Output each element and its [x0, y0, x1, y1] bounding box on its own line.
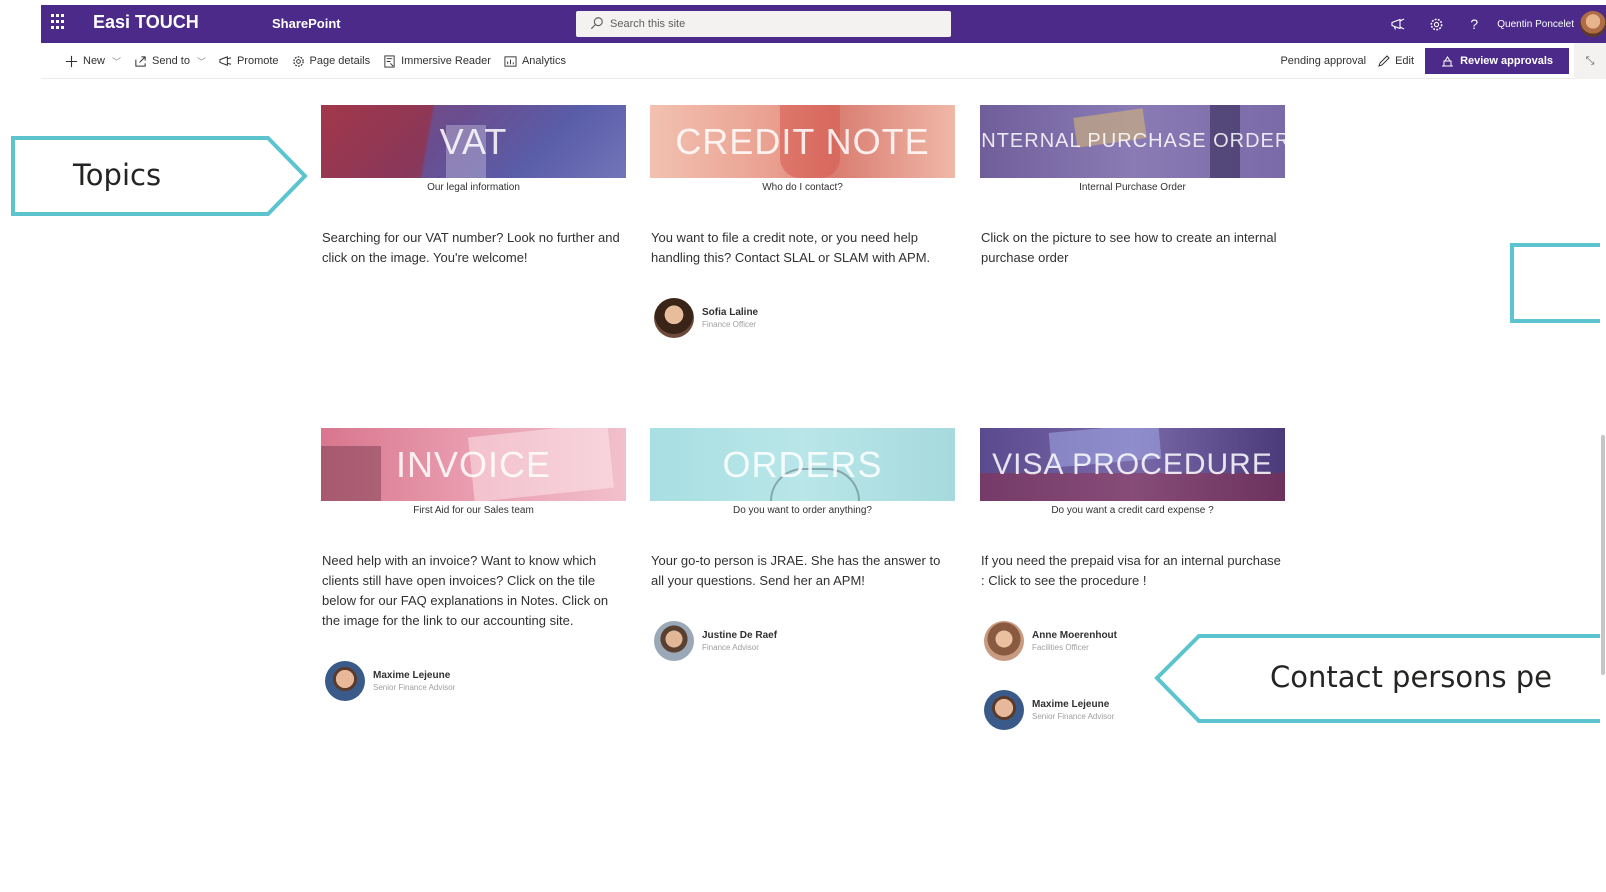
collapse-icon[interactable]: ⤡ [1574, 43, 1606, 79]
tile-description: Click on the picture to see how to creat… [981, 230, 1277, 265]
contact-avatar [654, 298, 694, 338]
tile-caption: Internal Purchase Order [1079, 182, 1186, 193]
search-icon [590, 17, 603, 30]
edit-label: Edit [1395, 55, 1415, 67]
tile-title: INTERNAL PURCHASE ORDER [980, 130, 1285, 152]
tile-description: If you need the prepaid visa for an inte… [981, 553, 1281, 588]
user-name[interactable]: Quentin Poncelet [1497, 19, 1574, 30]
tile-description: Searching for our VAT number? Look no fu… [322, 230, 620, 265]
new-label: New [83, 55, 106, 67]
tile-description: Need help with an invoice? Want to know … [322, 553, 609, 628]
contact-card[interactable]: Anne Moerenhout Facilities Officer [980, 621, 1285, 661]
contact-name: Anne Moerenhout [1032, 630, 1117, 641]
tile-caption: Do you want to order anything? [733, 505, 872, 516]
page-details-button[interactable]: Page details [292, 55, 371, 68]
send-to-label: Send to [152, 55, 190, 67]
tile-image-orders[interactable]: ORDERS [650, 428, 955, 501]
chevron-down-icon: ﹀ [196, 56, 206, 67]
contact-card[interactable]: Sofia Laline Finance Officer [650, 298, 955, 338]
tile-title: CREDIT NOTE [675, 120, 930, 162]
tile-image-vat[interactable]: VAT [321, 105, 626, 178]
pending-approval-status: Pending approval [1280, 55, 1367, 67]
tile-caption: Who do I contact? [762, 182, 843, 193]
edit-button[interactable]: Edit [1378, 55, 1414, 67]
partial-callout-shape [1510, 243, 1606, 323]
help-icon[interactable]: ? [1455, 5, 1493, 43]
promote-button[interactable]: Promote [219, 55, 279, 68]
suite-bar: Easi TOUCH SharePoint ? Quentin Poncelet [41, 5, 1606, 43]
contact-avatar [984, 690, 1024, 730]
scrollbar-thumb[interactable] [1601, 435, 1605, 675]
gear-icon[interactable] [1417, 5, 1455, 43]
contact-role: Facilities Officer [1032, 643, 1089, 652]
topic-tile-internal-purchase-order: INTERNAL PURCHASE ORDER Internal Purchas… [980, 105, 1285, 268]
app-name[interactable]: SharePoint [272, 16, 341, 31]
new-button[interactable]: New ﹀ [65, 55, 121, 68]
tile-title: VISA PROCEDURE [992, 447, 1273, 481]
contact-card[interactable]: Maxime Lejeune Senior Finance Advisor [980, 690, 1285, 730]
share-icon [135, 55, 146, 67]
chevron-down-icon: ﹀ [112, 56, 122, 67]
topics-callout-shape [11, 136, 308, 216]
tile-title: INVOICE [395, 443, 552, 485]
megaphone-icon[interactable] [1379, 5, 1417, 43]
immersive-reader-label: Immersive Reader [401, 55, 491, 67]
review-approvals-label: Review approvals [1460, 55, 1553, 67]
command-bar: New ﹀ Send to ﹀ Promote Page details Imm… [41, 43, 1606, 79]
topic-tile-invoice: INVOICE First Aid for our Sales team Nee… [321, 428, 626, 701]
analytics-button[interactable]: Analytics [504, 55, 566, 68]
reader-icon [384, 54, 395, 68]
contact-name: Maxime Lejeune [1032, 699, 1110, 710]
tile-caption: First Aid for our Sales team [413, 505, 534, 516]
tile-image-invoice[interactable]: INVOICE [321, 428, 626, 501]
tile-caption: Do you want a credit card expense ? [1051, 505, 1214, 516]
page-details-label: Page details [309, 55, 371, 67]
topic-tile-visa-procedure: VISA PROCEDURE Do you want a credit card… [980, 428, 1285, 730]
tile-caption: Our legal information [427, 182, 520, 193]
contact-name: Sofia Laline [702, 307, 759, 318]
tile-title: VAT [439, 120, 508, 162]
immersive-reader-button[interactable]: Immersive Reader [383, 54, 491, 68]
plus-icon [65, 55, 78, 67]
contact-name: Justine De Raef [702, 630, 778, 641]
megaphone-icon [219, 55, 232, 66]
tile-image-internal-purchase-order[interactable]: INTERNAL PURCHASE ORDER [980, 105, 1285, 178]
approval-icon [1442, 56, 1454, 67]
send-to-button[interactable]: Send to ﹀ [134, 55, 206, 68]
pencil-icon [1378, 55, 1390, 67]
contact-name: Maxime Lejeune [373, 670, 451, 681]
suite-right-actions: ? Quentin Poncelet [1379, 5, 1606, 43]
gear-icon [292, 55, 304, 67]
contact-role: Finance Advisor [702, 643, 759, 652]
app-launcher-icon[interactable] [51, 14, 67, 30]
promote-label: Promote [236, 55, 279, 67]
tile-image-credit-note[interactable]: CREDIT NOTE [650, 105, 955, 178]
scrollbar[interactable] [1600, 80, 1606, 892]
contact-card[interactable]: Maxime Lejeune Senior Finance Advisor [321, 661, 626, 701]
topic-tile-vat: VAT Our legal information Searching for … [321, 105, 626, 268]
contact-card[interactable]: Justine De Raef Finance Advisor [650, 621, 955, 661]
contact-avatar [325, 661, 365, 701]
analytics-label: Analytics [521, 55, 566, 67]
user-avatar[interactable] [1580, 11, 1606, 37]
tile-description: You want to file a credit note, or you n… [651, 230, 931, 265]
review-approvals-button[interactable]: Review approvals [1425, 48, 1569, 74]
contact-role: Senior Finance Advisor [1032, 712, 1115, 721]
search-input[interactable] [610, 14, 930, 34]
contact-avatar [654, 621, 694, 661]
search-box[interactable] [576, 11, 951, 37]
analytics-icon [504, 55, 517, 67]
tile-title: ORDERS [722, 443, 883, 485]
site-title[interactable]: Easi TOUCH [93, 12, 199, 33]
contact-role: Senior Finance Advisor [373, 683, 456, 692]
contacts-callout-label: Contact persons pe [1270, 660, 1553, 694]
contact-avatar [984, 621, 1024, 661]
tile-description: Your go-to person is JRAE. She has the a… [651, 553, 941, 588]
topic-tile-credit-note: CREDIT NOTE Who do I contact? You want t… [650, 105, 955, 338]
contact-role: Finance Officer [702, 320, 757, 329]
tile-image-visa-procedure[interactable]: VISA PROCEDURE [980, 428, 1285, 501]
topics-callout-label: Topics [73, 158, 162, 192]
topic-tile-orders: ORDERS Do you want to order anything? Yo… [650, 428, 955, 661]
